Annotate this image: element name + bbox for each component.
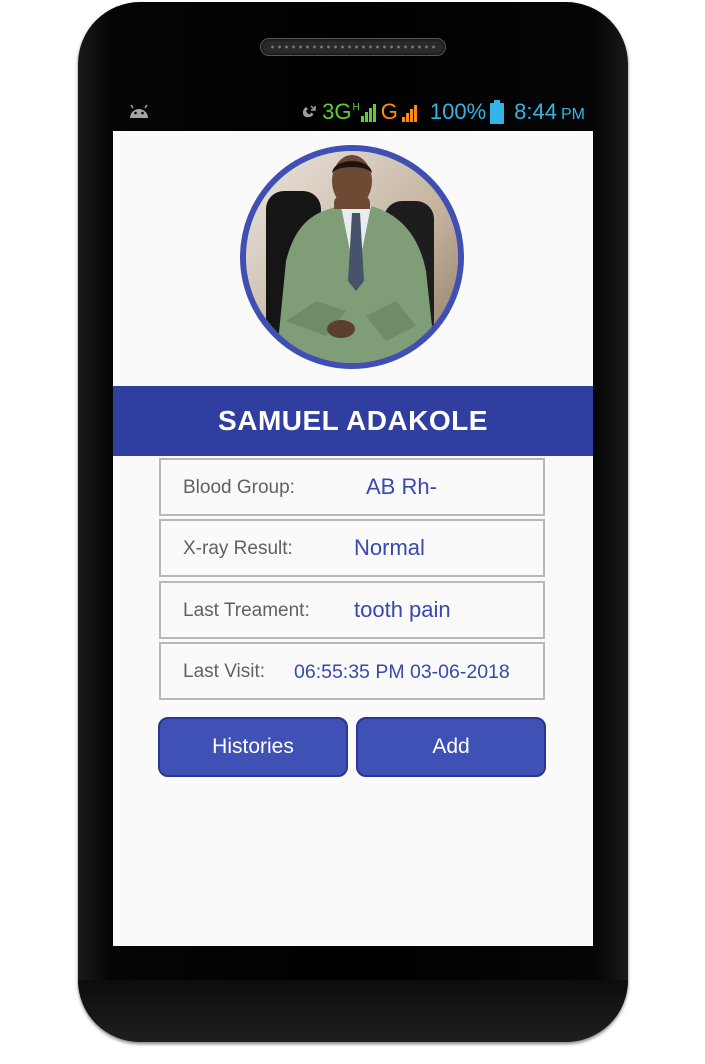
xray-result-value: Normal (354, 535, 425, 560)
histories-button[interactable]: Histories (158, 717, 348, 777)
xray-result-label: X-ray Result: (183, 538, 293, 559)
blood-group-label: Blood Group: (183, 477, 295, 498)
last-treatment-value: tooth pain (354, 597, 451, 622)
last-visit-label: Last Visit: (183, 661, 266, 682)
blood-group-value: AB Rh- (366, 474, 437, 499)
network-3g-label: 3G (322, 99, 352, 124)
signal-icon (401, 105, 417, 122)
battery-percent: 100% (429, 99, 487, 124)
add-button[interactable]: Add (356, 717, 546, 777)
info-row-blood-group: Blood Group: AB Rh- (159, 458, 545, 516)
info-row-xray-result: X-ray Result: Normal (159, 519, 545, 577)
info-row-last-treatment: Last Treament: tooth pain (159, 581, 545, 639)
clock-ampm: PM (561, 105, 585, 123)
earpiece-speaker (260, 38, 446, 56)
profile-photo[interactable] (240, 145, 464, 369)
patient-name: SAMUEL ADAKOLE (218, 405, 488, 436)
signal-icon: H (353, 102, 377, 122)
phone-chin (78, 980, 628, 1042)
network-h-label: H (352, 102, 360, 113)
patient-name-banner: SAMUEL ADAKOLE (113, 386, 593, 456)
info-row-last-visit: Last Visit: 06:55:35 PM 03-06-2018 (159, 642, 545, 700)
last-treatment-label: Last Treament: (183, 600, 310, 621)
last-visit-value: 06:55:35 PM 03-06-2018 (294, 661, 510, 683)
battery-icon (490, 100, 505, 124)
android-icon (130, 104, 148, 118)
app-screen: SAMUEL ADAKOLE Blood Group: AB Rh- X-ray… (113, 131, 593, 946)
status-bar: 3G H G 100% 8:44 PM (113, 92, 593, 130)
network-g-label: G (380, 99, 398, 124)
missed-call-icon (303, 105, 316, 118)
clock-time: 8:44 (514, 99, 557, 124)
